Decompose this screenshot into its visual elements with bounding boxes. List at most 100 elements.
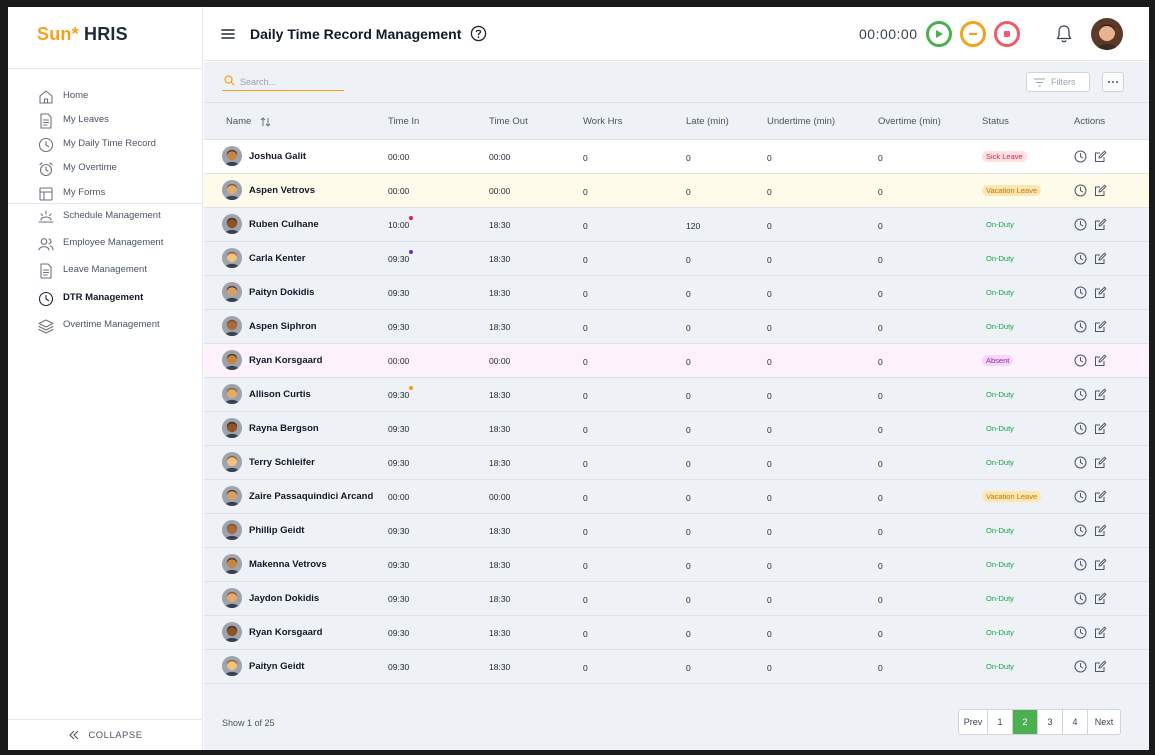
time-log-icon[interactable] xyxy=(1074,660,1087,673)
time-log-icon[interactable] xyxy=(1074,218,1087,231)
employee-name[interactable]: Aspen Vetrovs xyxy=(249,185,315,196)
sort-icon[interactable] xyxy=(260,115,271,133)
table-row[interactable]: Aspen Vetrovs 00:00 00:00 0 0 0 0 Vacation Leav… xyxy=(204,174,1149,208)
app-logo[interactable]: Sun* HRIS xyxy=(37,24,128,45)
column-header-overtime-min[interactable]: Overtime (min) xyxy=(878,116,941,127)
employee-name[interactable]: Joshua Galit xyxy=(249,151,306,162)
timer-stop-button[interactable] xyxy=(994,21,1020,47)
table-row[interactable]: Makenna Vetrovs 09:30 18:30 0 0 0 0 On-Duty xyxy=(204,548,1149,582)
time-log-icon[interactable] xyxy=(1074,150,1087,163)
edit-icon[interactable] xyxy=(1094,660,1107,673)
employee-name[interactable]: Jaydon Dokidis xyxy=(249,593,319,604)
sidebar-item-employee-management[interactable]: Employee Management xyxy=(8,232,203,256)
column-header-time-out[interactable]: Time Out xyxy=(489,116,528,127)
user-avatar[interactable] xyxy=(1091,18,1123,50)
table-row[interactable]: Paityn Geidt 09:30 18:30 0 0 0 0 On-Duty xyxy=(204,650,1149,684)
column-header-undertime-min[interactable]: Undertime (min) xyxy=(767,116,835,127)
sidebar-item-schedule-management[interactable]: Schedule Management xyxy=(8,205,203,229)
table-row[interactable]: Aspen Siphron 09:30 18:30 0 0 0 0 On-Duty xyxy=(204,310,1149,344)
table-row[interactable]: Jaydon Dokidis 09:30 18:30 0 0 0 0 On-Duty xyxy=(204,582,1149,616)
table-row[interactable]: Ruben Culhane 10:00 18:30 0 120 0 0 On-Duty xyxy=(204,208,1149,242)
employee-name[interactable]: Paityn Geidt xyxy=(249,661,304,672)
column-header-actions[interactable]: Actions xyxy=(1074,116,1105,127)
employee-name[interactable]: Phillip Geidt xyxy=(249,525,304,536)
search-input[interactable] xyxy=(240,74,340,89)
time-log-icon[interactable] xyxy=(1074,286,1087,299)
time-log-icon[interactable] xyxy=(1074,558,1087,571)
employee-name[interactable]: Makenna Vetrovs xyxy=(249,559,327,570)
prev-page-button[interactable]: Prev xyxy=(959,710,988,734)
next-page-button[interactable]: Next xyxy=(1088,710,1120,734)
table-row[interactable]: Ryan Korsgaard 09:30 18:30 0 0 0 0 On-Duty xyxy=(204,616,1149,650)
table-row[interactable]: Carla Kenter 09:30 18:30 0 0 0 0 On-Duty xyxy=(204,242,1149,276)
table-row[interactable]: Terry Schleifer 09:30 18:30 0 0 0 0 On-Duty xyxy=(204,446,1149,480)
time-log-icon[interactable] xyxy=(1074,422,1087,435)
employee-name[interactable]: Carla Kenter xyxy=(249,253,306,264)
time-log-icon[interactable] xyxy=(1074,388,1087,401)
page-button-3[interactable]: 3 xyxy=(1038,710,1063,734)
edit-icon[interactable] xyxy=(1094,456,1107,469)
employee-name[interactable]: Zaire Passaquindici Arcand xyxy=(249,491,373,502)
page-button-4[interactable]: 4 xyxy=(1063,710,1088,734)
table-row[interactable]: Allison Curtis 09:30 18:30 0 0 0 0 On-Duty xyxy=(204,378,1149,412)
column-header-status[interactable]: Status xyxy=(982,116,1009,127)
table-row[interactable]: Phillip Geidt 09:30 18:30 0 0 0 0 On-Duty xyxy=(204,514,1149,548)
employee-name[interactable]: Rayna Bergson xyxy=(249,423,319,434)
time-log-icon[interactable] xyxy=(1074,626,1087,639)
time-log-icon[interactable] xyxy=(1074,490,1087,503)
edit-icon[interactable] xyxy=(1094,388,1107,401)
edit-icon[interactable] xyxy=(1094,490,1107,503)
sidebar-item-dtr-management[interactable]: DTR Management xyxy=(8,287,203,311)
edit-icon[interactable] xyxy=(1094,524,1107,537)
table-row[interactable]: Paityn Dokidis 09:30 18:30 0 0 0 0 On-Duty xyxy=(204,276,1149,310)
page-button-2[interactable]: 2 xyxy=(1013,710,1038,734)
employee-name[interactable]: Terry Schleifer xyxy=(249,457,315,468)
more-options-button[interactable] xyxy=(1102,72,1124,92)
employee-name[interactable]: Ryan Korsgaard xyxy=(249,627,322,638)
employee-name[interactable]: Allison Curtis xyxy=(249,389,311,400)
employee-name[interactable]: Ruben Culhane xyxy=(249,219,319,230)
column-header-name[interactable]: Name xyxy=(226,116,251,127)
edit-icon[interactable] xyxy=(1094,150,1107,163)
edit-icon[interactable] xyxy=(1094,218,1107,231)
sidebar-item-home[interactable]: Home xyxy=(8,85,203,109)
employee-name[interactable]: Ryan Korsgaard xyxy=(249,355,322,366)
time-log-icon[interactable] xyxy=(1074,320,1087,333)
sidebar-item-my-daily-time-record[interactable]: My Daily Time Record xyxy=(8,133,203,157)
table-row[interactable]: Joshua Galit 00:00 00:00 0 0 0 0 Sick Leave xyxy=(204,140,1149,174)
edit-icon[interactable] xyxy=(1094,558,1107,571)
hamburger-menu-icon[interactable] xyxy=(220,26,236,42)
time-log-icon[interactable] xyxy=(1074,456,1087,469)
edit-icon[interactable] xyxy=(1094,422,1107,435)
table-row[interactable]: Rayna Bergson 09:30 18:30 0 0 0 0 On-Duty xyxy=(204,412,1149,446)
sidebar-item-overtime-management[interactable]: Overtime Management xyxy=(8,314,203,338)
edit-icon[interactable] xyxy=(1094,626,1107,639)
sidebar-item-my-overtime[interactable]: My Overtime xyxy=(8,157,203,181)
column-header-work-hrs[interactable]: Work Hrs xyxy=(583,116,622,127)
column-header-late-min[interactable]: Late (min) xyxy=(686,116,729,127)
time-log-icon[interactable] xyxy=(1074,524,1087,537)
time-log-icon[interactable] xyxy=(1074,592,1087,605)
sidebar-item-leave-management[interactable]: Leave Management xyxy=(8,259,203,283)
time-log-icon[interactable] xyxy=(1074,252,1087,265)
edit-icon[interactable] xyxy=(1094,592,1107,605)
timer-pause-button[interactable] xyxy=(960,21,986,47)
employee-name[interactable]: Paityn Dokidis xyxy=(249,287,314,298)
table-row[interactable]: Zaire Passaquindici Arcand 00:00 00:00 0 0 0 0… xyxy=(204,480,1149,514)
time-log-icon[interactable] xyxy=(1074,184,1087,197)
edit-icon[interactable] xyxy=(1094,252,1107,265)
sidebar-item-my-leaves[interactable]: My Leaves xyxy=(8,109,203,133)
employee-name[interactable]: Aspen Siphron xyxy=(249,321,317,332)
timer-start-button[interactable] xyxy=(926,21,952,47)
filters-button[interactable]: Filters xyxy=(1026,72,1090,92)
help-icon[interactable] xyxy=(470,25,487,42)
table-row[interactable]: Ryan Korsgaard 00:00 00:00 0 0 0 0 Absent xyxy=(204,344,1149,378)
edit-icon[interactable] xyxy=(1094,184,1107,197)
edit-icon[interactable] xyxy=(1094,286,1107,299)
page-button-1[interactable]: 1 xyxy=(988,710,1013,734)
edit-icon[interactable] xyxy=(1094,320,1107,333)
collapse-button[interactable]: COLLAPSE xyxy=(8,719,203,750)
time-log-icon[interactable] xyxy=(1074,354,1087,367)
notification-bell-icon[interactable] xyxy=(1055,24,1073,44)
edit-icon[interactable] xyxy=(1094,354,1107,367)
